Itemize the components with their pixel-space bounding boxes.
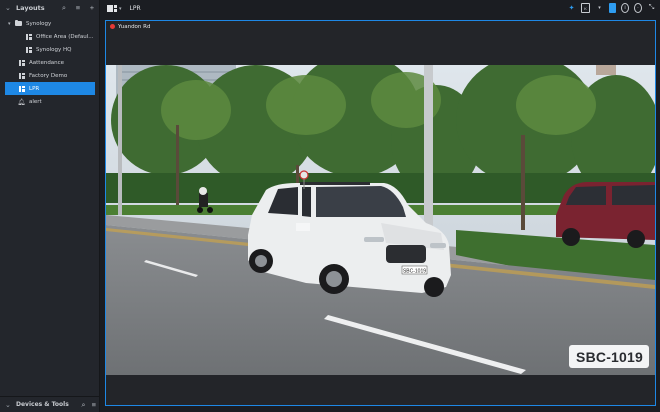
caret-down-icon[interactable]: ▾ <box>8 21 15 27</box>
window-icon[interactable]: K <box>581 3 590 13</box>
tree-item-label: alert <box>29 98 42 105</box>
layout-icon <box>18 59 25 66</box>
camera-header: Yuandon Rd <box>106 21 655 32</box>
blue-square-icon[interactable] <box>609 3 616 13</box>
bell-icon: 🔔︎ <box>17 97 26 106</box>
tree-folder-label: Synology <box>26 20 52 27</box>
sort-icon[interactable]: ≡ <box>74 3 82 12</box>
layout-icon <box>25 46 32 53</box>
tree-item-label: Office Area (Defaul... <box>36 33 94 40</box>
info-icon[interactable]: i <box>621 3 629 13</box>
tree-item-factory-demo[interactable]: Factory Demo <box>0 69 100 82</box>
tree-item-label: Synology HQ <box>36 46 72 53</box>
chevron-down-icon[interactable]: ⌄ <box>5 4 13 12</box>
chevron-down-icon[interactable]: ⌄ <box>5 401 13 409</box>
layout-title: LPR <box>129 5 141 12</box>
recording-dot-icon <box>110 24 115 29</box>
tree-item-office-area[interactable]: Office Area (Defaul... <box>0 30 100 43</box>
camera-name: Yuandon Rd <box>118 23 151 30</box>
layout-tree: ▾ Synology Office Area (Defaul... Synolo… <box>0 17 100 108</box>
folder-icon <box>15 19 22 27</box>
tree-item-aattendance[interactable]: Aattendance <box>0 56 100 69</box>
layout-icon <box>18 85 25 92</box>
layout-icon <box>18 72 25 79</box>
search-icon[interactable]: ⌕ <box>60 3 68 12</box>
layouts-header[interactable]: ⌄ Layouts ⌕ ≡ + <box>0 0 100 16</box>
tree-item-lpr[interactable]: LPR <box>5 82 95 95</box>
pin-icon[interactable]: ✦ <box>567 3 576 13</box>
layouts-title: Layouts <box>16 4 45 12</box>
devices-tools-header[interactable]: ⌄ Devices & Tools ⌕ ≡ <box>0 396 100 412</box>
collapse-icon[interactable]: ⤡ <box>647 3 656 13</box>
layout-grid-icon <box>107 5 117 12</box>
chevron-down-icon: ▾ <box>119 5 122 12</box>
red-car <box>556 182 655 248</box>
add-icon[interactable]: + <box>88 3 96 12</box>
layout-icon <box>25 33 32 40</box>
tree-item-label: Aattendance <box>29 59 65 66</box>
camera-feed[interactable]: SBC-1019 SBC-1019 <box>106 65 655 375</box>
tree-folder-synology[interactable]: ▾ Synology <box>0 17 100 30</box>
topbar: ▾ LPR ✦ K ▾ i · ⤡ <box>101 0 660 17</box>
tree-item-label: LPR <box>29 85 40 92</box>
chevron-down-icon[interactable]: ▾ <box>595 3 604 13</box>
clock-icon[interactable]: · <box>634 3 642 13</box>
layout-selector[interactable]: ▾ <box>107 5 122 12</box>
devices-tools-title: Devices & Tools <box>16 401 69 408</box>
tree-item-alert[interactable]: 🔔︎ alert <box>0 95 100 108</box>
street-scene-image: SBC-1019 <box>106 65 655 375</box>
tree-item-label: Factory Demo <box>29 72 68 79</box>
plate-recognition-label: SBC-1019 <box>569 345 649 368</box>
search-icon[interactable]: ⌕ <box>81 400 85 410</box>
sort-icon[interactable]: ≡ <box>92 400 96 410</box>
car-plate-text: SBC-1019 <box>403 269 426 275</box>
camera-viewer[interactable]: Yuandon Rd SBC-1019 SBC-1019 <box>105 20 656 406</box>
tree-item-synology-hq[interactable]: Synology HQ <box>0 43 100 56</box>
layouts-sidebar: ⌄ Layouts ⌕ ≡ + ▾ Synology Office Area (… <box>0 0 100 412</box>
